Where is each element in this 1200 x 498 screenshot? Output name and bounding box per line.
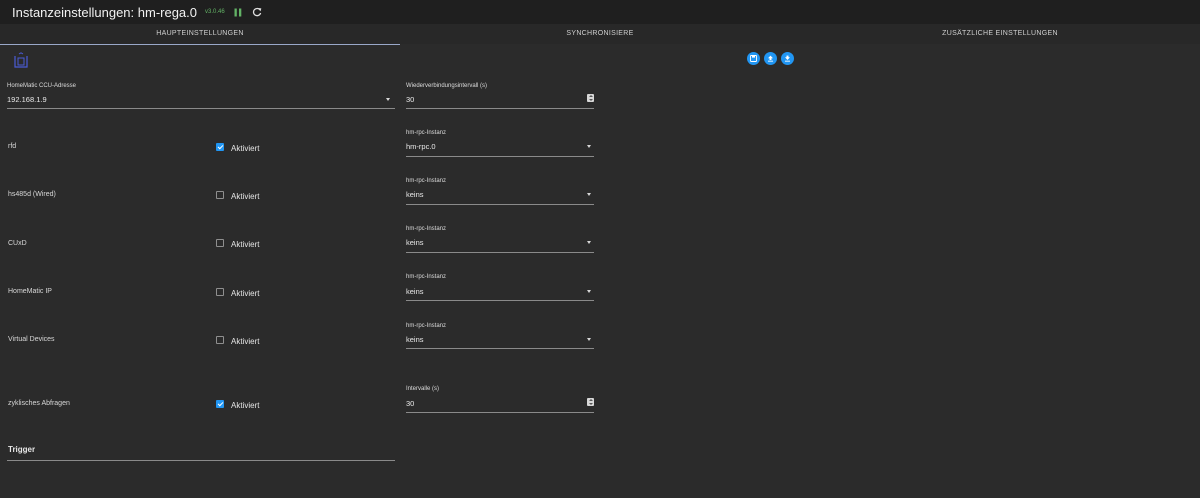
hs485d-rpc-select[interactable]: keins xyxy=(406,190,424,199)
action-buttons xyxy=(747,52,794,65)
download-icon xyxy=(785,55,790,62)
hs485d-rpc-chevron-down-icon[interactable] xyxy=(587,193,591,196)
pause-icon[interactable] xyxy=(232,6,244,18)
trigger-section-title: Trigger xyxy=(8,445,36,454)
homematic-ip-rpc-label: hm-rpc-Instanz xyxy=(406,274,447,280)
reconnect-interval-underline xyxy=(406,108,594,109)
cuxd-label: CUxD xyxy=(8,240,27,247)
adapter-logo-icon xyxy=(13,52,29,70)
homematic-ip-rpc-underline xyxy=(406,300,594,301)
cuxd-checkbox[interactable] xyxy=(216,239,224,247)
ccu-address-select[interactable]: 192.168.1.9 xyxy=(7,95,47,104)
upload-button[interactable] xyxy=(764,52,777,65)
polling-checkbox[interactable] xyxy=(216,400,224,408)
reload-icon[interactable] xyxy=(251,6,263,18)
virtual-devices-rpc-select[interactable]: keins xyxy=(406,335,424,344)
virtual-devices-checkbox-text: Aktiviert xyxy=(231,337,260,346)
reconnect-interval-stepper[interactable] xyxy=(587,94,594,102)
page-title: Instanzeinstellungen: hm-rega.0 xyxy=(12,4,198,20)
virtual-devices-rpc-chevron-down-icon[interactable] xyxy=(587,338,591,341)
cuxd-rpc-select[interactable]: keins xyxy=(406,238,424,247)
hs485d-checkbox[interactable] xyxy=(216,191,224,199)
rfd-checkbox-text: Aktiviert xyxy=(231,144,260,153)
hs485d-rpc-underline xyxy=(406,204,594,205)
homematic-ip-checkbox[interactable] xyxy=(216,288,224,296)
reconnect-interval-input[interactable]: 30 xyxy=(406,95,414,104)
rfd-rpc-chevron-down-icon[interactable] xyxy=(587,145,591,148)
tab-main-settings[interactable]: HAUPTEINSTELLUNGEN xyxy=(0,24,400,45)
rfd-rpc-label: hm-rpc-Instanz xyxy=(406,130,447,136)
tab-bar: HAUPTEINSTELLUNGEN SYNCHRONISIERE ZUSÄTZ… xyxy=(0,24,1200,45)
upload-icon xyxy=(768,55,773,62)
rfd-checkbox[interactable] xyxy=(216,143,224,151)
virtual-devices-rpc-label: hm-rpc-Instanz xyxy=(406,323,447,329)
hs485d-checkbox-text: Aktiviert xyxy=(231,192,260,201)
polling-interval-stepper[interactable] xyxy=(587,398,594,406)
hs485d-rpc-label: hm-rpc-Instanz xyxy=(406,178,447,184)
virtual-devices-label: Virtual Devices xyxy=(8,336,55,343)
title-bar: Instanzeinstellungen: hm-rega.0 v3.0.46 xyxy=(0,0,1200,24)
cuxd-rpc-underline xyxy=(406,252,594,253)
polling-checkbox-text: Aktiviert xyxy=(231,401,260,410)
rfd-label: rfd xyxy=(8,143,17,150)
reconnect-interval-label: Wiederverbindungsintervall (s) xyxy=(406,83,488,89)
cuxd-rpc-chevron-down-icon[interactable] xyxy=(587,241,591,244)
download-button[interactable] xyxy=(781,52,794,65)
hs485d-label: hs485d (Wired) xyxy=(8,191,56,198)
polling-interval-underline xyxy=(406,412,594,413)
ccu-address-label: HomeMatic CCU-Adresse xyxy=(7,83,77,89)
homematic-ip-rpc-select[interactable]: keins xyxy=(406,287,424,296)
polling-interval-input[interactable]: 30 xyxy=(406,399,414,408)
virtual-devices-checkbox[interactable] xyxy=(216,336,224,344)
rfd-rpc-underline xyxy=(406,156,594,157)
cuxd-rpc-label: hm-rpc-Instanz xyxy=(406,226,447,232)
cuxd-checkbox-text: Aktiviert xyxy=(231,240,260,249)
version-badge: v3.0.46 xyxy=(205,9,225,15)
save-button[interactable] xyxy=(747,52,760,65)
homematic-ip-label: HomeMatic IP xyxy=(8,288,52,295)
homematic-ip-rpc-chevron-down-icon[interactable] xyxy=(587,290,591,293)
homematic-ip-checkbox-text: Aktiviert xyxy=(231,289,260,298)
ccu-address-underline xyxy=(7,108,395,109)
polling-label: zyklisches Abfragen xyxy=(8,400,70,407)
ccu-address-chevron-down-icon[interactable] xyxy=(386,98,390,101)
tab-synchronize[interactable]: SYNCHRONISIERE xyxy=(400,24,800,44)
virtual-devices-rpc-underline xyxy=(406,348,594,349)
save-icon xyxy=(750,55,757,62)
tab-additional-settings[interactable]: ZUSÄTZLICHE EINSTELLUNGEN xyxy=(800,24,1200,44)
polling-interval-label: Intervalle (s) xyxy=(406,386,440,392)
trigger-underline xyxy=(7,460,395,461)
rfd-rpc-select[interactable]: hm-rpc.0 xyxy=(406,142,436,151)
